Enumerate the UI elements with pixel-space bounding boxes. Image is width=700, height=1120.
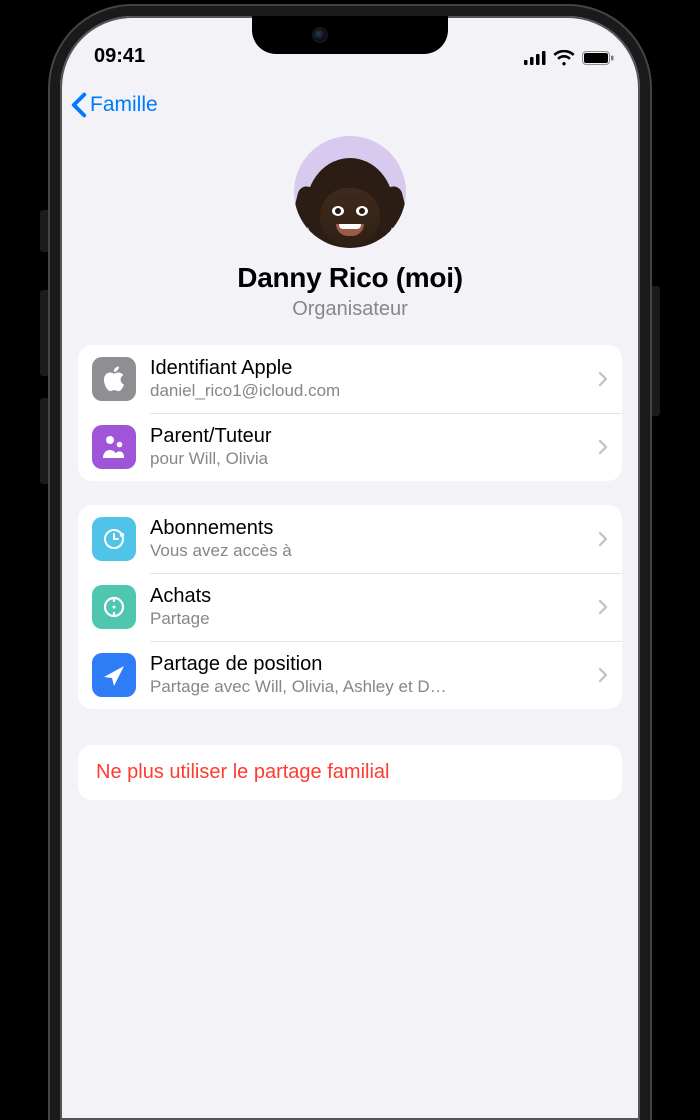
- row-title: Abonnements: [150, 517, 584, 540]
- screen: 09:41 Famille: [50, 6, 650, 1120]
- profile-name: Danny Rico (moi): [237, 262, 462, 294]
- stop-family-sharing-button[interactable]: Ne plus utiliser le partage familial: [78, 745, 622, 800]
- device-volume-up: [40, 290, 50, 376]
- row-achats[interactable]: Achats Partage: [78, 573, 622, 641]
- row-partage-position[interactable]: Partage de position Partage avec Will, O…: [78, 641, 622, 709]
- profile-header: Danny Rico (moi) Organisateur: [60, 136, 640, 321]
- device-volume-down: [40, 398, 50, 484]
- cellular-icon: [524, 51, 546, 65]
- profile-role: Organisateur: [292, 298, 408, 321]
- device-power-button: [650, 286, 660, 416]
- group-danger: Ne plus utiliser le partage familial: [78, 745, 622, 800]
- wifi-icon: [553, 50, 575, 66]
- chevron-right-icon: [598, 371, 608, 387]
- subscriptions-icon: [92, 517, 136, 561]
- row-apple-id[interactable]: Identifiant Apple daniel_rico1@icloud.co…: [78, 345, 622, 413]
- chevron-left-icon: [70, 92, 88, 118]
- chevron-right-icon: [598, 531, 608, 547]
- row-title: Partage de position: [150, 653, 584, 676]
- row-sub: Partage: [150, 609, 584, 629]
- chevron-right-icon: [598, 667, 608, 683]
- notch: [252, 16, 448, 54]
- row-title: Parent/Tuteur: [150, 425, 584, 448]
- front-camera-icon: [314, 29, 326, 41]
- nav-bar: Famille: [60, 68, 640, 128]
- battery-icon: [582, 51, 614, 65]
- row-parent-tuteur[interactable]: Parent/Tuteur pour Will, Olivia: [78, 413, 622, 481]
- family-icon: [92, 425, 136, 469]
- back-label: Famille: [90, 93, 158, 117]
- row-sub: Partage avec Will, Olivia, Ashley et D…: [150, 677, 584, 697]
- back-button[interactable]: Famille: [70, 92, 158, 118]
- memoji-icon: [306, 158, 394, 248]
- row-sub: pour Will, Olivia: [150, 449, 584, 469]
- chevron-right-icon: [598, 599, 608, 615]
- status-time: 09:41: [94, 45, 145, 68]
- location-arrow-icon: [92, 653, 136, 697]
- group-sharing: Abonnements Vous avez accès à Achats Par…: [78, 505, 622, 709]
- apple-logo-icon: [92, 357, 136, 401]
- group-account: Identifiant Apple daniel_rico1@icloud.co…: [78, 345, 622, 481]
- row-sub: Vous avez accès à: [150, 541, 584, 561]
- purchases-icon: [92, 585, 136, 629]
- row-sub: daniel_rico1@icloud.com: [150, 381, 584, 401]
- device-silent-switch: [40, 210, 50, 252]
- avatar[interactable]: [294, 136, 406, 248]
- chevron-right-icon: [598, 439, 608, 455]
- row-abonnements[interactable]: Abonnements Vous avez accès à: [78, 505, 622, 573]
- row-title: Identifiant Apple: [150, 357, 584, 380]
- row-title: Achats: [150, 585, 584, 608]
